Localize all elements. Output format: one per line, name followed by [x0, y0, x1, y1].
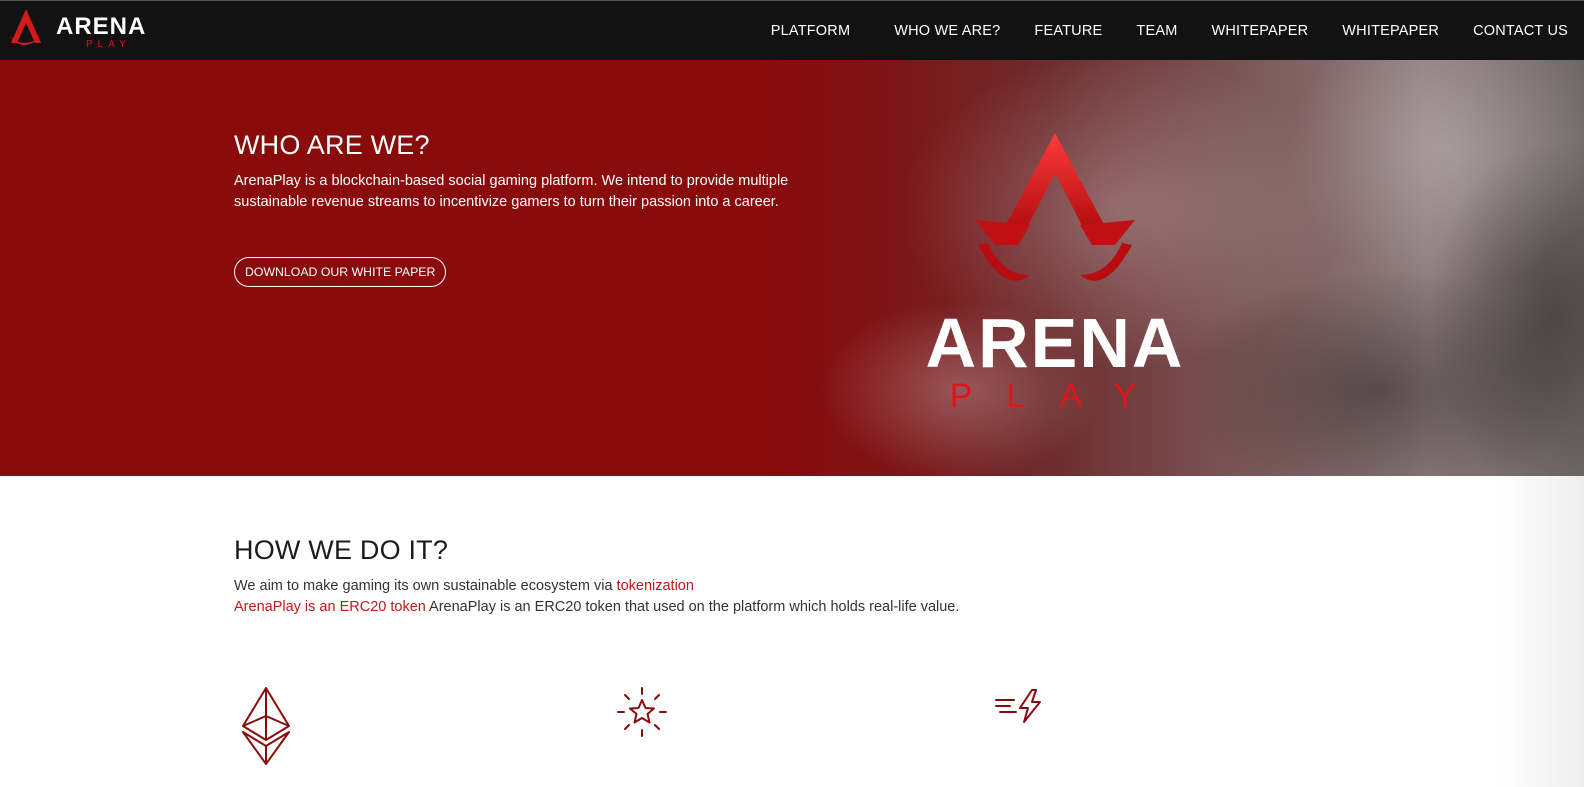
nav-team[interactable]: TEAM [1136, 23, 1177, 39]
svg-text:PLAY: PLAY [950, 377, 1170, 415]
how-section-title: HOW WE DO IT? [234, 535, 449, 565]
tokenization-link[interactable]: tokenization [617, 578, 694, 594]
hero-section: WHO ARE WE? ArenaPlay is a blockchain-ba… [0, 60, 1584, 476]
how-line-2-text: ArenaPlay is an ERC20 token that used on… [425, 599, 960, 615]
nav-platform[interactable]: PLATFORM [771, 23, 850, 39]
arena-play-hero-logo: ARENA PLAY [926, 133, 1185, 415]
erc20-token-link[interactable]: ArenaPlay is an ERC20 token [234, 599, 426, 615]
navbar: ARENA PLAY PLATFORM WHO WE ARE? FEATURE … [0, 0, 1584, 60]
nav-contact-us[interactable]: CONTACT US [1473, 23, 1568, 39]
main-nav: PLATFORM WHO WE ARE? FEATURE TEAM WHITEP… [771, 1, 1568, 61]
right-edge-shadow [1494, 476, 1584, 787]
arena-play-logo[interactable]: ARENA PLAY [6, 7, 166, 53]
how-line-1-text: We aim to make gaming its own sustainabl… [234, 578, 617, 594]
how-line-1: We aim to make gaming its own sustainabl… [234, 578, 694, 594]
download-white-paper-button[interactable]: DOWNLOAD OUR WHITE PAPER [234, 257, 447, 287]
svg-text:PLAY: PLAY [86, 39, 131, 50]
svg-text:ARENA: ARENA [926, 304, 1185, 382]
svg-text:ARENA: ARENA [56, 13, 146, 40]
nav-who-we-are[interactable]: WHO WE ARE? [894, 23, 1000, 39]
nav-whitepaper[interactable]: WHITEPAPER [1211, 23, 1308, 39]
how-line-2: ArenaPlay is an ERC20 token ArenaPlay is… [234, 599, 959, 615]
hero-title: WHO ARE WE? [234, 130, 430, 160]
star-burst-icon [617, 687, 667, 737]
nav-feature[interactable]: FEATURE [1034, 23, 1102, 39]
fast-lightning-icon [995, 689, 1041, 723]
nav-whitepaper-2[interactable]: WHITEPAPER [1342, 23, 1439, 39]
ethereum-icon [242, 687, 290, 765]
hero-description: ArenaPlay is a blockchain-based social g… [234, 173, 789, 210]
